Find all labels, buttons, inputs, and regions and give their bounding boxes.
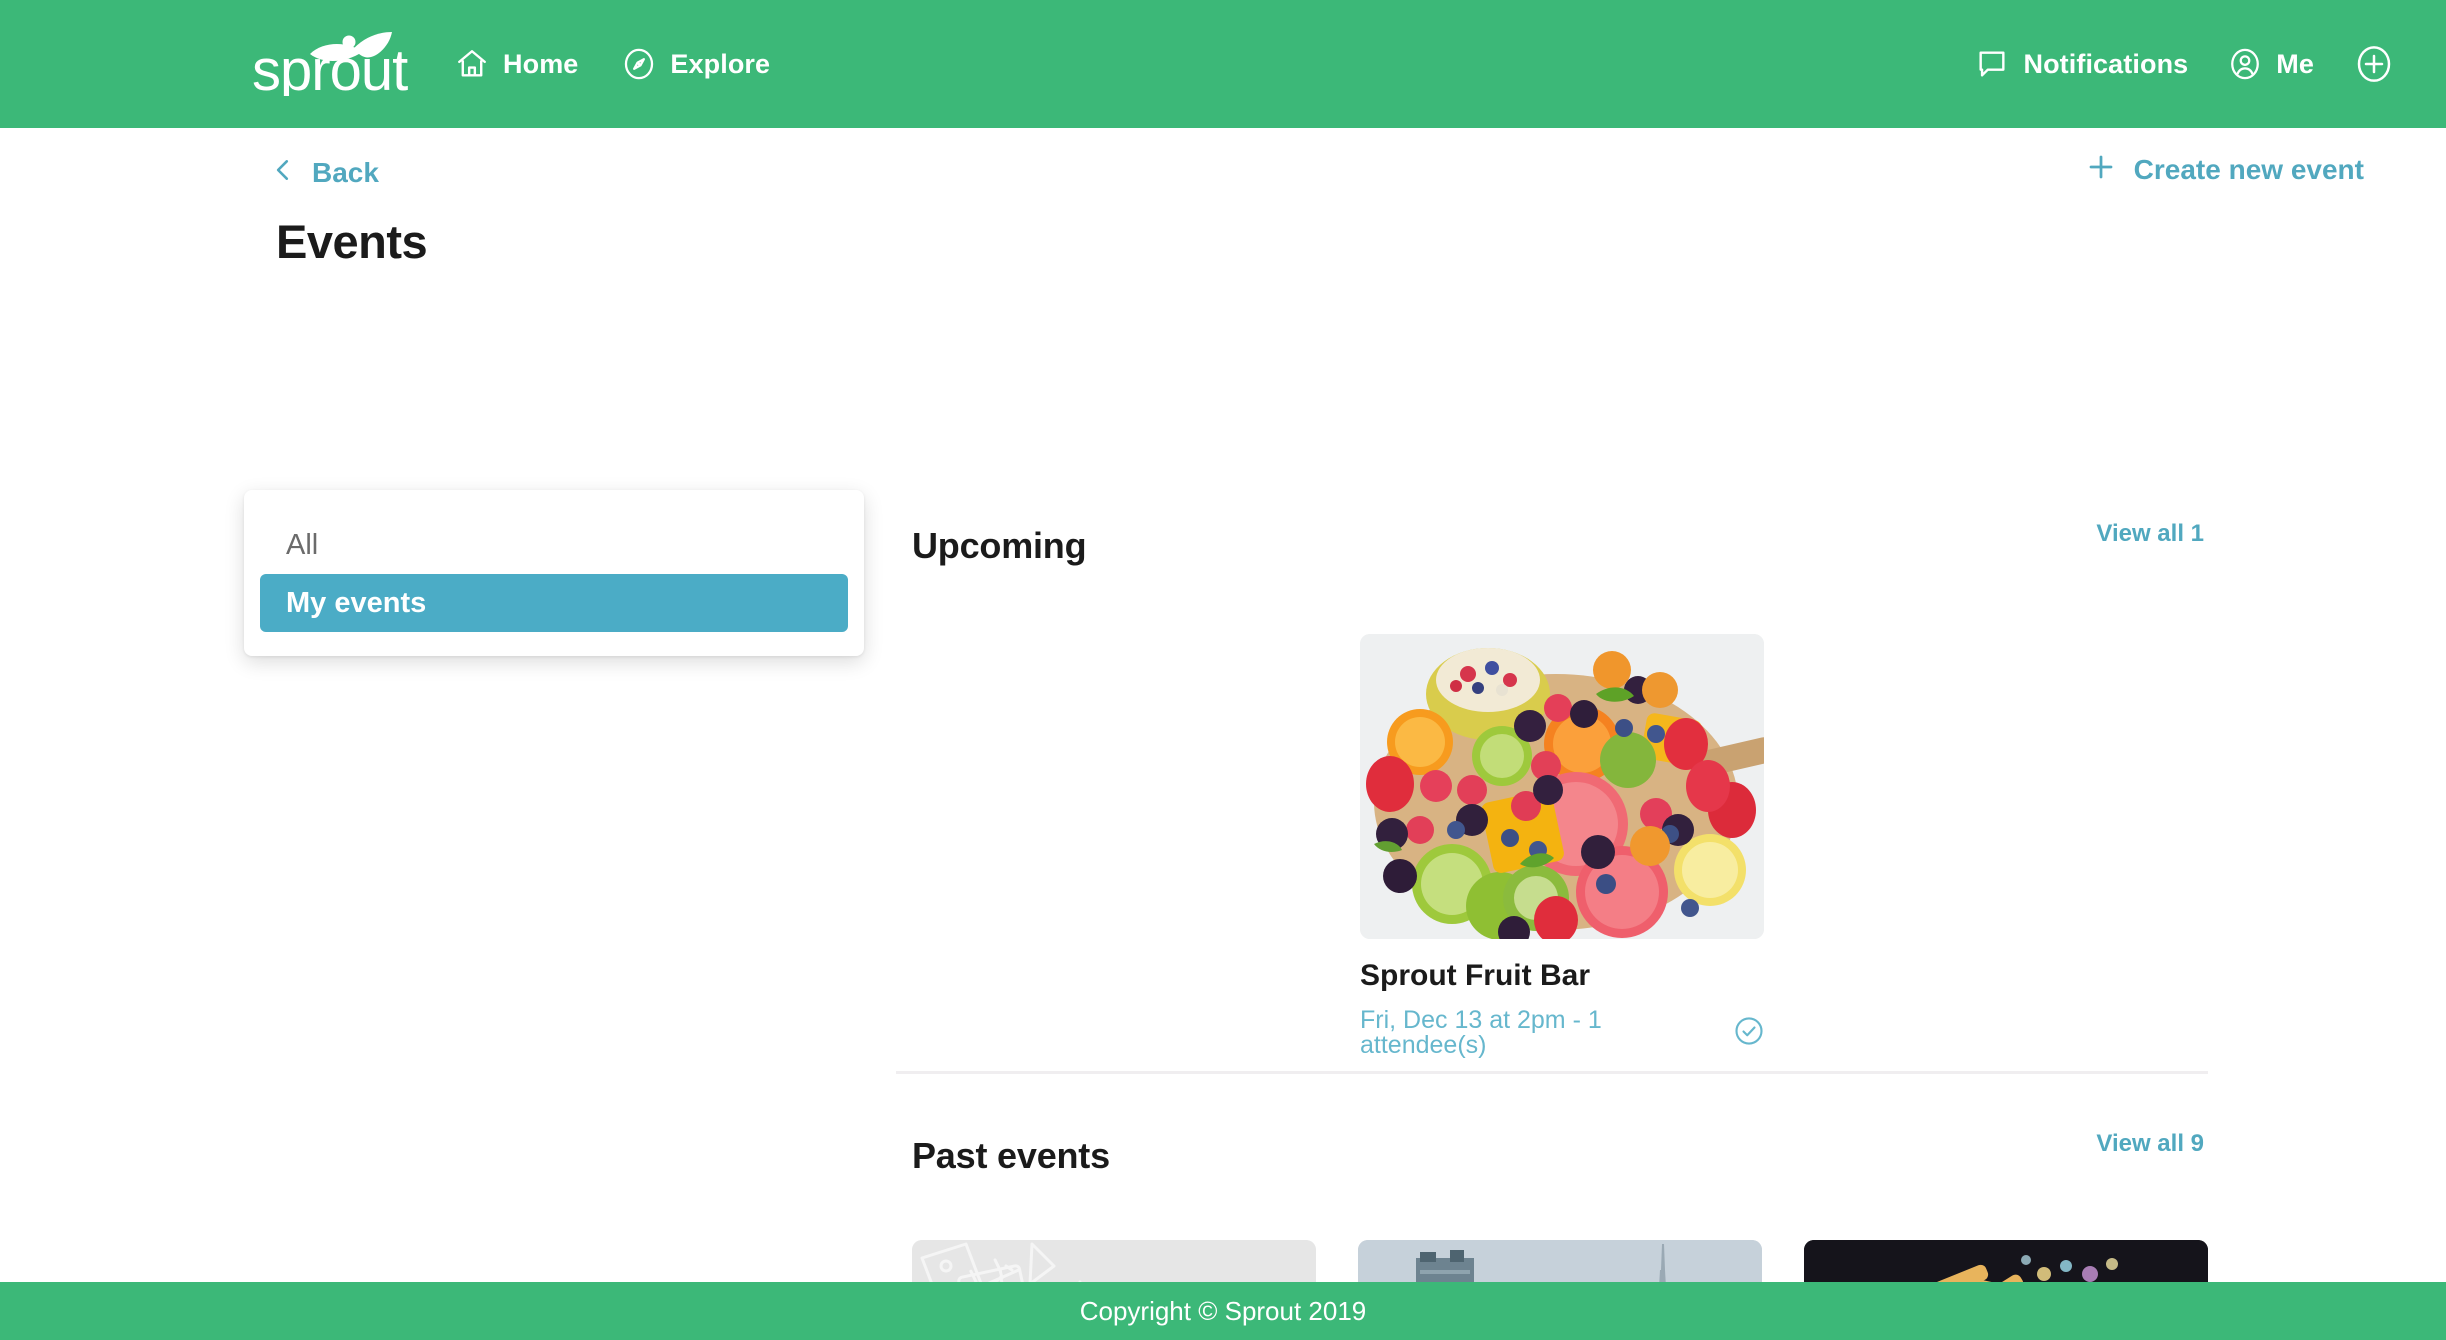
user-circle-icon <box>2228 47 2262 81</box>
back-button-label: Back <box>312 156 379 188</box>
page-content: Back Create new event Events All My even… <box>0 128 2446 1340</box>
section-divider <box>896 1071 2208 1074</box>
upcoming-section: Upcoming View all 1 Sprout Fruit Bar Fri… <box>912 518 2212 1058</box>
chevron-left-icon <box>270 153 296 192</box>
event-card-meta: Fri, Dec 13 at 2pm - 1 attendee(s) <box>1360 1008 1764 1058</box>
svg-text:sprout: sprout <box>252 38 408 96</box>
create-new-event-button[interactable]: Create new event <box>2086 152 2364 187</box>
nav-item-notifications[interactable]: Notifications <box>1975 47 2188 81</box>
event-filter-dropdown: All My events <box>244 490 864 656</box>
speech-bubble-icon <box>1975 47 2009 81</box>
plus-icon <box>2086 152 2116 187</box>
nav-item-notifications-label: Notifications <box>2023 48 2189 79</box>
upcoming-title: Upcoming <box>912 525 1087 566</box>
home-icon <box>455 47 489 81</box>
plus-circle-icon <box>2354 44 2394 84</box>
page-title: Events <box>276 215 428 268</box>
event-card-image[interactable] <box>1360 634 1764 939</box>
filter-option-my-events[interactable]: My events <box>260 574 848 632</box>
past-events-view-all-link[interactable]: View all 9 <box>2096 1132 2204 1156</box>
back-button[interactable]: Back <box>270 153 379 192</box>
upcoming-section-header: Upcoming View all 1 <box>912 518 2212 590</box>
primary-nav: Home Explore <box>455 0 770 128</box>
nav-item-home-label: Home <box>503 48 579 79</box>
upcoming-view-all-link[interactable]: View all 1 <box>2096 522 2204 546</box>
event-card-title: Sprout Fruit Bar <box>1360 959 1590 992</box>
nav-item-explore-label: Explore <box>670 48 771 79</box>
event-card-meta-text: Fri, Dec 13 at 2pm - 1 attendee(s) <box>1360 1006 1602 1059</box>
nav-item-home[interactable]: Home <box>455 47 578 81</box>
nav-item-explore[interactable]: Explore <box>622 47 770 81</box>
footer: Copyright © Sprout 2019 <box>0 1282 2446 1340</box>
nav-item-me-label: Me <box>2276 48 2314 79</box>
create-new-event-label: Create new event <box>2133 153 2364 185</box>
copyright-text: Copyright © Sprout 2019 <box>1079 1295 1367 1326</box>
filter-option-all-label: All <box>286 528 319 561</box>
event-card[interactable]: Sprout Fruit Bar Fri, Dec 13 at 2pm - 1 … <box>1360 634 1764 1058</box>
past-events-title: Past events <box>912 1135 1110 1176</box>
compass-icon <box>622 47 656 81</box>
top-navigation-bar: sprout Home Explore Notifications Me <box>0 0 2446 128</box>
nav-item-me[interactable]: Me <box>2228 47 2314 81</box>
nav-item-create[interactable] <box>2354 44 2394 84</box>
past-events-section-header: Past events View all 9 <box>912 1128 2212 1200</box>
filter-option-all[interactable]: All <box>260 516 848 574</box>
check-circle-icon <box>1734 1016 1764 1051</box>
upcoming-event-list: Sprout Fruit Bar Fri, Dec 13 at 2pm - 1 … <box>912 634 2212 1058</box>
sprout-logo[interactable]: sprout <box>250 18 420 96</box>
filter-option-my-events-label: My events <box>286 586 427 619</box>
secondary-nav: Notifications Me <box>1975 0 2394 128</box>
